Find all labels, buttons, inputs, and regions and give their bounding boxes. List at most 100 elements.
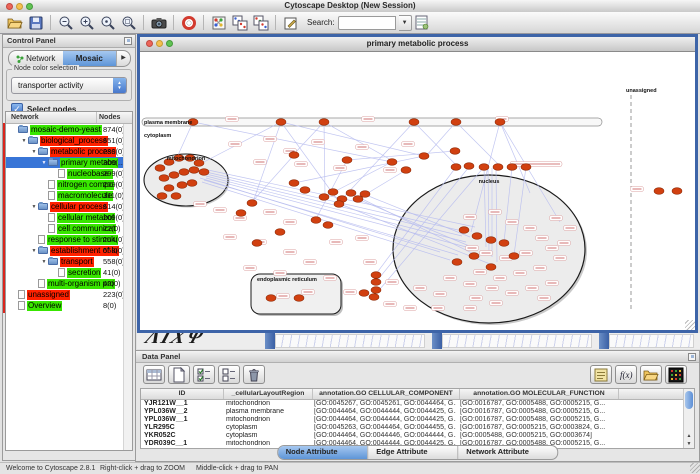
table-row[interactable]: YKR052Ccytoplasm[GO:0044464, GO:0044446,… [141,432,694,440]
search-input[interactable] [338,16,396,30]
function-builder-icon[interactable]: f(x) [615,365,637,384]
table-row[interactable]: YJR121W__1mitochondrion[GO:0045267, GO:0… [141,400,694,408]
save-icon[interactable] [25,13,46,32]
tree-column-nodes[interactable]: Nodes [97,112,132,123]
network-node[interactable] [451,164,461,171]
table-column-header[interactable]: _cellularLayoutRegion [224,389,313,399]
zoom-selected-icon[interactable] [97,13,118,32]
table-scrollbar[interactable]: ▲▼ [683,389,694,448]
tree-row[interactable]: ▼metabolic process280(0) [6,146,132,157]
network-node[interactable] [155,165,165,172]
unselect-attributes-icon[interactable] [218,365,240,384]
tree-row[interactable]: cell communicat22(0) [6,223,132,234]
network-node[interactable] [371,272,381,279]
table-column-header[interactable]: annotation.GO CELLULAR_COMPONENT [313,389,460,399]
network-node[interactable] [189,167,199,174]
network-node[interactable] [493,164,503,171]
network-node[interactable] [177,182,187,189]
network-node[interactable] [289,180,299,187]
network-node[interactable] [164,185,174,192]
network-edge[interactable] [456,122,500,166]
search-dropdown-arrow-icon[interactable]: ▼ [399,15,412,31]
annotation-icon[interactable] [280,13,301,32]
network-node[interactable] [179,169,189,176]
tree-row[interactable]: mosaic-demo-yeast874(0) [6,124,132,135]
zoom-in-icon[interactable] [76,13,97,32]
import-table-icon[interactable] [250,13,271,32]
network-node[interactable] [157,193,167,200]
select-attributes-icon[interactable] [193,365,215,384]
color-attribute-select[interactable]: transporter activity ▲▼ [11,77,127,94]
network-node[interactable] [452,259,462,266]
tree-row[interactable]: ▼transport558(0) [6,256,132,267]
tab-mosaic[interactable]: Mosaic [63,51,117,66]
float-panel-icon[interactable] [124,37,132,45]
tree-row[interactable]: ▼biological_process651(0) [6,135,132,146]
tree-expander-icon[interactable]: ▼ [30,204,38,210]
network-node[interactable] [451,119,461,126]
background-window[interactable] [275,334,425,348]
tree-row[interactable]: macromolecule311(0) [6,190,132,201]
network-node[interactable] [328,189,338,196]
network-node[interactable] [371,279,381,286]
network-node[interactable] [499,240,509,247]
open-folder-icon[interactable] [4,13,25,32]
network-node[interactable] [171,193,181,200]
attribute-grid-icon[interactable] [143,365,165,384]
tree-row[interactable]: nucleobase-209(0) [6,168,132,179]
tree-expander-icon[interactable]: ▼ [40,160,48,166]
table-scrollbar-arrows[interactable]: ▲▼ [684,432,694,448]
tree-expander-icon[interactable]: ▼ [30,149,38,155]
attribute-matrix-icon[interactable] [665,365,687,384]
network-canvas[interactable]: plasma membranecytoplasmmitochondrionnuc… [140,52,695,330]
zoom-fit-icon[interactable] [118,13,139,32]
network-node[interactable] [469,253,479,260]
network-node[interactable] [334,201,344,208]
tree-row[interactable]: ▼cellular process614(0) [6,201,132,212]
vizmapper-icon[interactable] [208,13,229,32]
network-node[interactable] [450,148,460,155]
network-node[interactable] [300,187,310,194]
tree-expander-icon[interactable]: ▼ [30,248,38,254]
attribute-browser-icon[interactable] [412,13,433,32]
background-window[interactable]: ΛΙΧΨ [138,333,272,349]
table-column-header[interactable]: annotation.GO MOLECULAR_FUNCTION [460,389,619,399]
table-row[interactable]: YLR295Ccytoplasm[GO:0045263, GO:0044464,… [141,424,694,432]
network-node[interactable] [346,190,356,197]
new-attribute-icon[interactable] [168,365,190,384]
network-node[interactable] [294,295,304,302]
tree-row[interactable]: response to stimulu264(0) [6,234,132,245]
network-node[interactable] [479,164,489,171]
network-node[interactable] [319,119,329,126]
network-node[interactable] [401,167,411,174]
network-node[interactable] [459,227,469,234]
tree-row[interactable]: ▼establishment of lo558(0) [6,245,132,256]
network-node[interactable] [654,188,664,195]
background-window[interactable] [442,334,592,348]
network-node[interactable] [472,233,482,240]
network-node[interactable] [342,157,352,164]
delete-attribute-icon[interactable] [243,365,265,384]
network-node[interactable] [236,210,246,217]
network-node[interactable] [359,290,369,297]
background-window-edge[interactable] [265,333,275,349]
help-icon[interactable] [178,13,199,32]
tree-row[interactable]: nitrogen compo209(0) [6,179,132,190]
tab-network-attribute-browser[interactable]: Network Attribute Browser [458,446,557,459]
zoom-out-icon[interactable] [55,13,76,32]
network-node[interactable] [409,119,419,126]
snapshot-icon[interactable] [148,13,169,32]
import-attributes-icon[interactable] [640,365,662,384]
network-node[interactable] [275,229,285,236]
network-node[interactable] [169,172,179,179]
select-stepper-icon[interactable]: ▲▼ [113,78,126,93]
network-node[interactable] [159,175,169,182]
table-column-header[interactable]: ID [141,389,224,399]
tab-network[interactable]: Network [9,51,63,66]
tab-edge-attribute-browser[interactable]: Edge Attribute Browser [368,446,458,459]
tree-row[interactable]: multi-organism pro42(0) [6,278,132,289]
network-node[interactable] [509,253,519,260]
network-node[interactable] [360,191,370,198]
network-node[interactable] [495,119,505,126]
network-edge[interactable] [281,122,424,156]
